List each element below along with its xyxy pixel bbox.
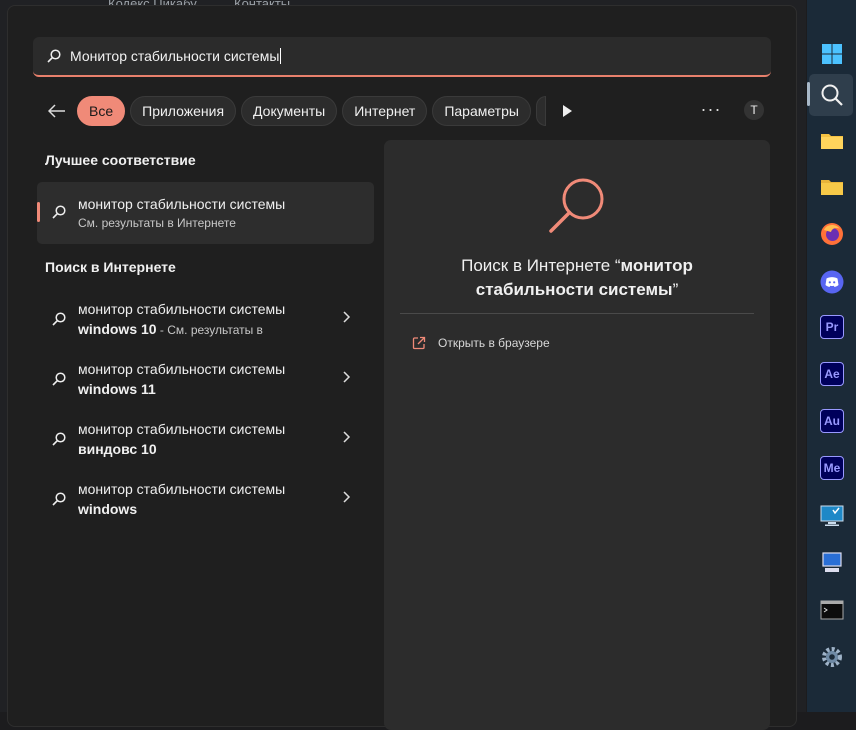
preview-title-suffix: ”	[672, 280, 679, 299]
search-large-icon	[549, 178, 604, 233]
search-icon	[52, 492, 66, 506]
taskbar-search-icon-wrap	[819, 82, 845, 108]
web-result-title: монитор стабильности системы	[78, 421, 286, 437]
scroll-right-button[interactable]	[560, 96, 574, 126]
web-result-item[interactable]: монитор стабильности системы windows 10 …	[37, 299, 374, 355]
web-result-query: виндовс 10	[78, 441, 157, 457]
search-icon	[821, 84, 843, 106]
web-result-query: windows 10	[78, 321, 157, 337]
taskbar: Pr Ae Au Me	[807, 0, 856, 712]
audition-button[interactable]: Au	[819, 408, 845, 434]
web-search-heading: Поиск в Интернете	[45, 259, 176, 275]
folder-button[interactable]	[819, 174, 845, 200]
preview-title-prefix: Поиск в Интернете “	[461, 256, 621, 275]
selection-indicator	[37, 202, 40, 222]
search-icon	[47, 49, 61, 63]
settings-button[interactable]	[819, 644, 845, 670]
media-encoder-button[interactable]: Me	[819, 455, 845, 481]
web-result-detail: windows 10 - См. результаты в	[78, 321, 263, 337]
preview-pane: Поиск в Интернете “монитор стабильности …	[384, 140, 770, 730]
monitor-check-icon	[820, 505, 844, 526]
search-icon	[52, 432, 66, 446]
open-in-browser-label: Открыть в браузере	[438, 336, 550, 350]
discord-button[interactable]	[819, 269, 845, 295]
web-result-query: windows	[78, 501, 138, 517]
search-panel: Монитор стабильности системы Все Приложе…	[7, 5, 797, 730]
windows-logo-icon	[822, 44, 842, 64]
text-caret	[280, 48, 282, 64]
preview-query-part1: монитор	[620, 256, 693, 275]
filter-documents[interactable]: Документы	[241, 96, 338, 126]
search-icon	[52, 205, 66, 219]
arrow-left-icon	[48, 104, 65, 118]
after-effects-button[interactable]: Ae	[819, 361, 845, 387]
file-explorer-button[interactable]	[819, 128, 845, 154]
search-icon	[52, 372, 66, 386]
chevron-right-icon	[343, 311, 351, 323]
filter-bar: Все Приложения Документы Интернет Параме…	[44, 94, 784, 128]
web-result-title: монитор стабильности системы	[78, 481, 286, 497]
chevron-right-icon	[343, 491, 351, 503]
computer-button[interactable]	[819, 550, 845, 576]
best-match-item[interactable]: монитор стабильности системы См. результ…	[37, 182, 374, 244]
open-in-browser-button[interactable]: Открыть в браузере	[412, 336, 550, 350]
audition-icon: Au	[820, 409, 844, 433]
filter-next-partial[interactable]	[535, 96, 546, 126]
filter-settings[interactable]: Параметры	[432, 96, 531, 126]
preview-query-part2: стабильности системы	[475, 280, 673, 299]
web-result-item[interactable]: монитор стабильности системы виндовс 10	[37, 419, 374, 475]
after-effects-icon: Ae	[820, 362, 844, 386]
folder-icon	[821, 134, 843, 149]
search-query: Монитор стабильности системы	[70, 48, 280, 64]
chevron-right-icon	[343, 371, 351, 383]
web-result-detail: windows	[78, 501, 137, 517]
best-match-heading: Лучшее соответствие	[45, 152, 196, 168]
chevron-right-icon	[343, 431, 351, 443]
external-link-icon	[412, 336, 426, 350]
filter-internet[interactable]: Интернет	[342, 96, 428, 126]
premiere-pro-button[interactable]: Pr	[819, 314, 845, 340]
more-options-button[interactable]: ···	[696, 94, 726, 124]
media-encoder-icon: Me	[820, 456, 844, 480]
web-result-title: монитор стабильности системы	[78, 301, 286, 317]
terminal-button[interactable]	[819, 597, 845, 623]
computer-icon	[822, 552, 842, 572]
firefox-button[interactable]	[819, 221, 845, 247]
filter-all[interactable]: Все	[77, 96, 126, 126]
firefox-icon	[821, 223, 843, 245]
back-button[interactable]	[44, 98, 70, 124]
best-match-title: монитор стабильности системы	[78, 196, 286, 212]
web-result-item[interactable]: монитор стабильности системы windows	[37, 479, 374, 535]
web-result-item[interactable]: монитор стабильности системы windows 11	[37, 359, 374, 415]
divider	[400, 313, 754, 314]
folder-icon	[821, 180, 843, 195]
active-indicator	[807, 82, 810, 106]
filter-apps[interactable]: Приложения	[130, 96, 237, 126]
play-icon	[562, 105, 572, 117]
web-result-detail: windows 11	[78, 381, 156, 397]
best-match-subtitle: См. результаты в Интернете	[78, 216, 236, 230]
preview-title: Поиск в Интернете “монитор стабильности …	[384, 254, 770, 302]
search-icon	[52, 312, 66, 326]
web-result-detail: виндовс 10	[78, 441, 157, 457]
terminal-icon	[820, 600, 844, 620]
windows-start-button[interactable]	[819, 41, 845, 67]
remote-desktop-button[interactable]	[819, 503, 845, 529]
web-result-query: windows 11	[78, 381, 156, 397]
discord-icon	[820, 270, 844, 294]
avatar[interactable]: T	[744, 100, 764, 120]
web-result-title: монитор стабильности системы	[78, 361, 286, 377]
search-input[interactable]: Монитор стабильности системы	[33, 37, 771, 77]
web-result-suffix: - См. результаты в	[156, 323, 263, 337]
premiere-pro-icon: Pr	[820, 315, 844, 339]
gear-icon	[822, 647, 842, 667]
